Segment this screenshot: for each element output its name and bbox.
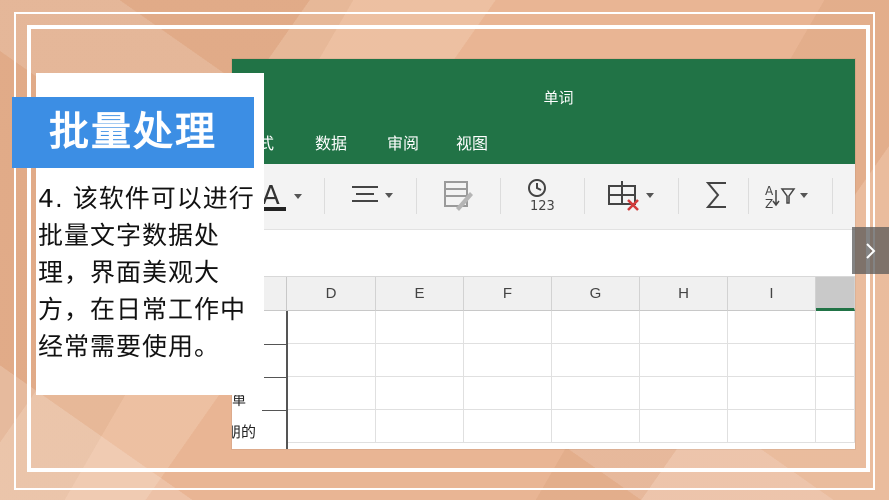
align-icon <box>352 186 393 202</box>
cell[interactable] <box>816 410 855 443</box>
cell[interactable] <box>376 410 464 443</box>
cell[interactable] <box>287 311 376 344</box>
toolbar-divider <box>584 178 585 214</box>
svg-text:Z: Z <box>765 197 773 211</box>
cell[interactable] <box>464 344 552 377</box>
chevron-right-icon <box>866 243 876 259</box>
column-c-right-edge <box>286 311 288 449</box>
cell[interactable] <box>552 410 640 443</box>
toolbar-divider <box>416 178 417 214</box>
sum-button[interactable] <box>702 178 732 212</box>
sort-filter-button[interactable]: A Z <box>762 178 814 212</box>
column-header-e[interactable]: E <box>376 277 464 311</box>
cell[interactable] <box>464 311 552 344</box>
cell[interactable] <box>640 311 728 344</box>
column-header-f[interactable]: F <box>464 277 552 311</box>
svg-text:A: A <box>262 181 280 211</box>
cell[interactable] <box>552 377 640 410</box>
column-header-j[interactable] <box>816 277 855 311</box>
tab-view[interactable]: 视图 <box>456 130 488 154</box>
slide-heading: 批量处理 <box>12 97 254 168</box>
insert-delete-cells-button[interactable] <box>606 178 658 212</box>
cell[interactable] <box>287 410 376 443</box>
cell[interactable] <box>552 344 640 377</box>
cell[interactable] <box>640 377 728 410</box>
row-divider <box>262 410 287 411</box>
toolbar-divider <box>748 178 749 214</box>
font-color-button[interactable]: A <box>260 178 304 212</box>
row-divider <box>262 377 287 378</box>
formula-bar[interactable] <box>232 230 855 277</box>
cell[interactable] <box>816 377 855 410</box>
cell[interactable] <box>376 344 464 377</box>
cell[interactable] <box>287 344 376 377</box>
format-painter-icon <box>444 181 473 211</box>
cell[interactable] <box>376 311 464 344</box>
column-header-i[interactable]: I <box>728 277 816 311</box>
cell[interactable] <box>640 344 728 377</box>
align-button[interactable] <box>350 178 396 212</box>
cell[interactable] <box>640 410 728 443</box>
cell[interactable] <box>376 377 464 410</box>
font-color-icon: A <box>260 181 302 211</box>
cell[interactable] <box>552 311 640 344</box>
svg-text:123: 123 <box>530 199 555 212</box>
toolbar-divider <box>324 178 325 214</box>
partial-cell-text: 朋的 <box>232 423 257 441</box>
column-header-g[interactable]: G <box>552 277 640 311</box>
svg-text:A: A <box>765 184 774 198</box>
number-format-icon: 123 <box>528 179 555 212</box>
column-header-h[interactable]: H <box>640 277 728 311</box>
toolbar: A 123 A Z <box>232 164 855 230</box>
row-divider <box>262 344 287 345</box>
tab-review[interactable]: 审阅 <box>387 130 419 154</box>
cell[interactable] <box>728 344 816 377</box>
next-slide-button[interactable] <box>852 227 889 274</box>
cell[interactable] <box>728 311 816 344</box>
toolbar-divider <box>678 178 679 214</box>
ribbon-header: 单词 式 数据 审阅 视图 <box>232 59 855 164</box>
number-format-button[interactable]: 123 <box>524 178 560 212</box>
cell[interactable] <box>816 344 855 377</box>
cell[interactable] <box>464 410 552 443</box>
cell[interactable] <box>287 377 376 410</box>
sum-icon <box>705 182 726 208</box>
format-painter-button[interactable] <box>442 178 476 212</box>
cell[interactable] <box>728 410 816 443</box>
insert-delete-cells-icon <box>608 181 654 211</box>
cell[interactable] <box>728 377 816 410</box>
spreadsheet-window: 单词 式 数据 审阅 视图 A 123 A Z D E F G H I 単 朋的 <box>232 59 855 449</box>
tab-data[interactable]: 数据 <box>315 130 347 154</box>
toolbar-divider <box>500 178 501 214</box>
slide-description: 4. 该软件可以进行批量文字数据处理，界面美观大方，在日常工作中经常需要使用。 <box>38 184 255 361</box>
document-title: 单词 <box>543 89 574 107</box>
cell[interactable] <box>464 377 552 410</box>
column-header-d[interactable]: D <box>287 277 376 311</box>
sort-filter-icon: A Z <box>765 184 808 211</box>
cell[interactable] <box>816 311 855 344</box>
toolbar-divider <box>832 178 833 214</box>
